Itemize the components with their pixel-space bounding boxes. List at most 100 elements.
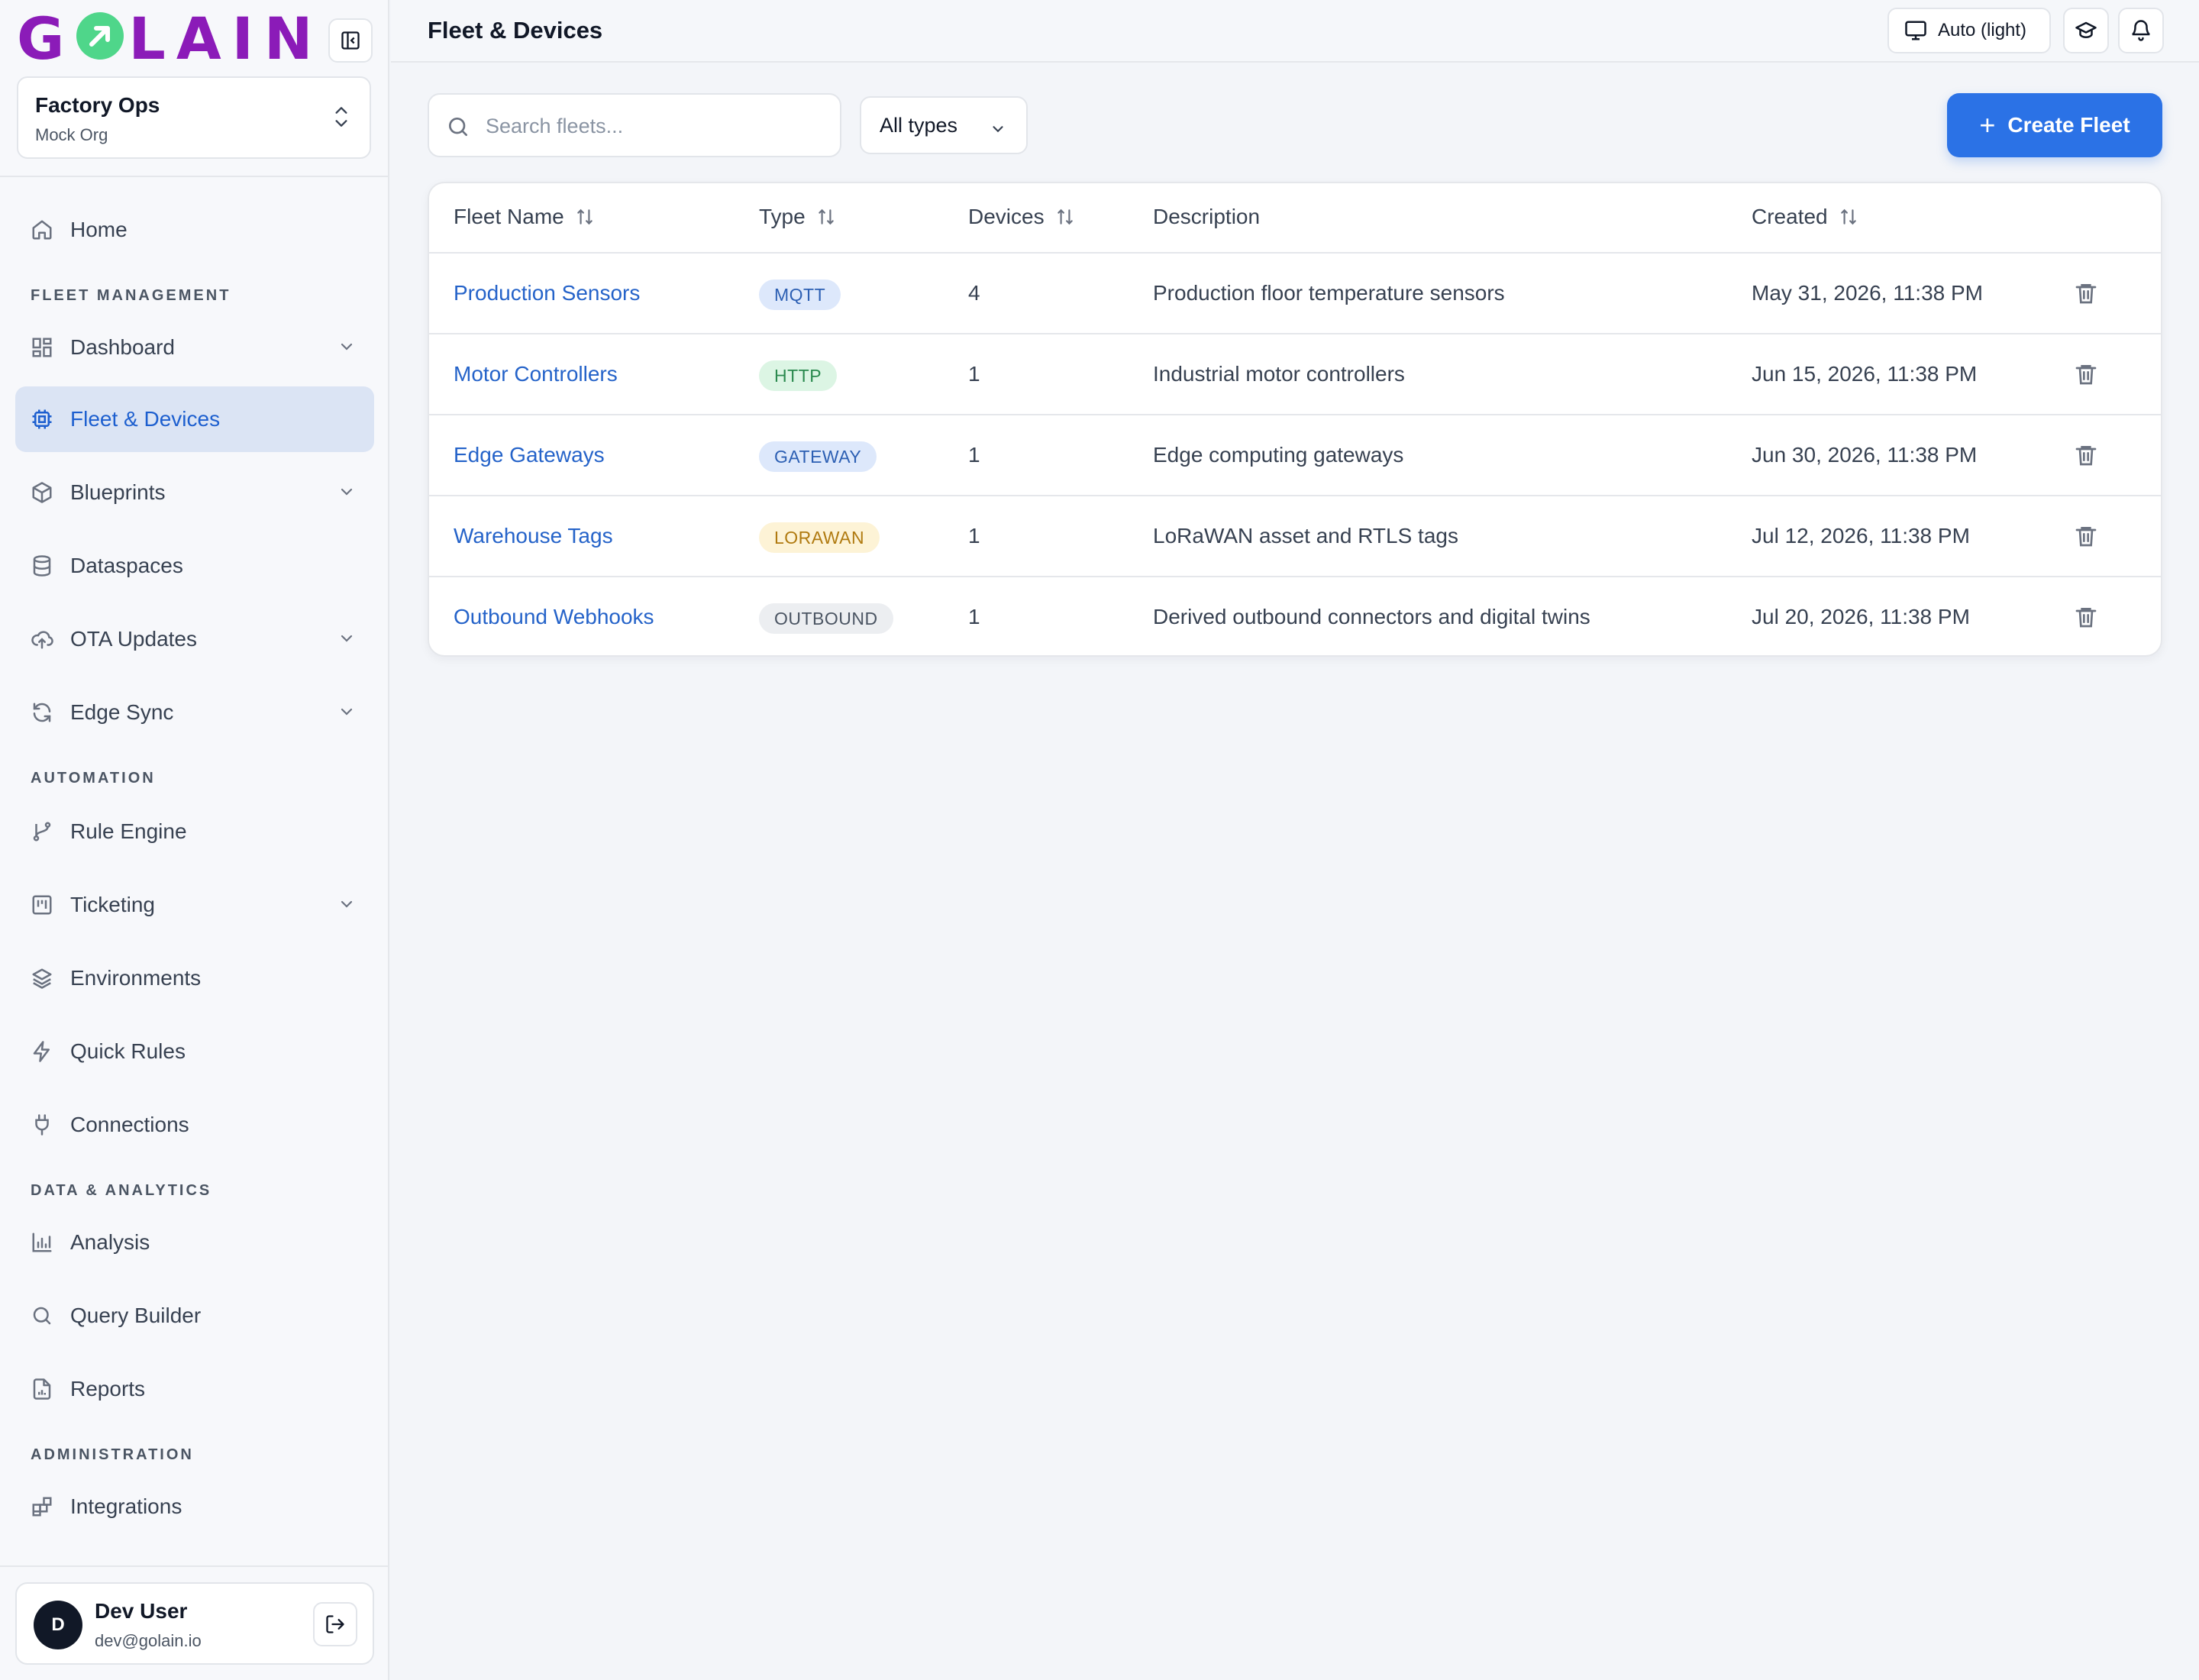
sidebar-item-dataspaces[interactable]: Dataspaces [15,533,374,599]
table-row: Outbound Webhooks OUTBOUND 1 Derived out… [429,577,2161,655]
kanban-icon [32,895,52,915]
logout-button[interactable] [313,1602,357,1646]
layout-dashboard-icon [32,338,52,357]
sidebar-item-home[interactable]: Home [15,197,374,263]
search-icon [449,118,467,136]
sidebar-item-query-builder[interactable]: Query Builder [15,1283,374,1349]
sidebar-item-label: Edge Sync [70,700,174,724]
sort-icon [576,208,593,225]
page-title: Fleet & Devices [428,17,603,44]
box-icon [32,482,52,503]
plus-icon: + [1979,109,1996,141]
chevron-down-icon [341,635,353,642]
sidebar-item-reports[interactable]: Reports [15,1356,374,1422]
device-count: 4 [968,281,980,305]
graduation-cap-icon [2075,21,2097,38]
chevron-down-icon [993,126,1003,133]
sidebar-item-analysis[interactable]: Analysis [15,1210,374,1275]
logo-arrow-icon [76,12,124,60]
column-header-created[interactable]: Created [1752,205,1858,229]
created-date: Jun 30, 2026, 11:38 PM [1752,443,1978,467]
table-row: Edge Gateways GATEWAY 1 Edge computing g… [429,415,2161,496]
trash-icon[interactable] [2074,605,2098,629]
sidebar-item-ticketing[interactable]: Ticketing [15,872,374,938]
chevron-down-icon [341,900,353,908]
top-header: Fleet & Devices Auto (light) [391,0,2199,63]
sidebar-item-label: Fleet & Devices [70,407,221,431]
sidebar-item-fleet-devices[interactable]: Fleet & Devices [15,386,374,452]
trash-icon[interactable] [2074,443,2098,467]
plug-icon [35,1114,49,1136]
create-fleet-label: Create Fleet [2007,113,2130,137]
sidebar-item-ota-updates[interactable]: OTA Updates [15,606,374,672]
section-administration: ADMINISTRATION [31,1446,194,1463]
chevron-down-icon [341,708,353,716]
fleet-name-link[interactable]: Outbound Webhooks [454,605,654,629]
trash-icon[interactable] [2074,362,2098,386]
table-row: Motor Controllers HTTP 1 Industrial moto… [429,334,2161,415]
fleet-table: Fleet Name Type Devices Description Crea… [428,182,2162,657]
cloud-upload-icon [31,631,53,649]
fleet-description: Derived outbound connectors and digital … [1153,605,1590,628]
sidebar-item-environments[interactable]: Environments [15,945,374,1011]
theme-toggle-button[interactable]: Auto (light) [1887,8,2051,53]
sidebar-item-blueprints[interactable]: Blueprints [15,460,374,525]
blocks-icon [32,1497,52,1517]
refresh-icon [33,703,51,722]
device-count: 1 [968,524,980,548]
sidebar-item-connections[interactable]: Connections [15,1092,374,1158]
monitor-icon [1905,21,1926,40]
column-header-devices[interactable]: Devices [968,205,1075,229]
org-name: Factory Ops [35,93,160,117]
git-branch-icon [33,822,51,842]
org-switcher[interactable]: Factory Ops Mock Org [17,76,371,159]
sidebar-item-label: Ticketing [70,893,156,916]
column-header-description: Description [1153,205,1261,228]
learn-button[interactable] [2063,8,2109,53]
chevron-down-icon [341,488,353,496]
column-header-fleet-name[interactable]: Fleet Name [454,205,595,229]
search-box [428,93,841,157]
panel-left-icon [341,31,360,50]
type-filter-select[interactable]: All types [860,96,1028,154]
column-header-type[interactable]: Type [759,205,836,229]
logo-row: G LAIN [17,5,373,73]
bell-icon [2132,20,2150,41]
sidebar-item-edge-sync[interactable]: Edge Sync [15,680,374,745]
fleet-name-link[interactable]: Production Sensors [454,281,640,305]
type-badge: HTTP [759,360,838,391]
search-input[interactable] [484,108,820,144]
sidebar-collapse-button[interactable] [328,18,373,63]
trash-icon[interactable] [2074,281,2098,305]
sidebar-item-label: Reports [70,1377,146,1401]
create-fleet-button[interactable]: + Create Fleet [1947,93,2162,157]
type-badge: MQTT [759,279,841,310]
trash-icon[interactable] [2074,524,2098,548]
logo-text-left: G [17,5,76,73]
fleet-name-link[interactable]: Warehouse Tags [454,524,613,548]
section-automation: AUTOMATION [31,770,156,787]
sidebar-item-label: Rule Engine [70,819,187,843]
golain-logo[interactable]: G LAIN [17,5,324,73]
created-date: Jul 20, 2026, 11:38 PM [1752,605,1970,628]
type-badge: LORAWAN [759,522,880,553]
fleet-name-link[interactable]: Edge Gateways [454,443,605,467]
bar-chart-icon [32,1233,52,1252]
sidebar-item-label: Analysis [70,1230,150,1254]
avatar[interactable]: D [34,1601,82,1649]
sidebar-item-quick-rules[interactable]: Quick Rules [15,1019,374,1084]
log-out-icon [326,1615,344,1633]
fleet-description: LoRaWAN asset and RTLS tags [1153,524,1458,548]
sidebar-item-dashboard[interactable]: Dashboard [15,315,374,380]
sidebar-item-rule-engine[interactable]: Rule Engine [15,799,374,864]
logo-text-right: LAIN [128,5,324,73]
sidebar-item-label: Blueprints [70,480,166,504]
sidebar: G LAIN Factory Ops Mock Org Home FLEET M… [0,0,389,1680]
fleet-description: Production floor temperature sensors [1153,281,1505,305]
fleet-description: Industrial motor controllers [1153,362,1405,386]
search-icon [33,1307,51,1325]
notifications-button[interactable] [2118,8,2164,53]
user-name: Dev User [95,1599,188,1623]
fleet-name-link[interactable]: Motor Controllers [454,362,618,386]
sidebar-item-integrations[interactable]: Integrations [15,1474,374,1539]
